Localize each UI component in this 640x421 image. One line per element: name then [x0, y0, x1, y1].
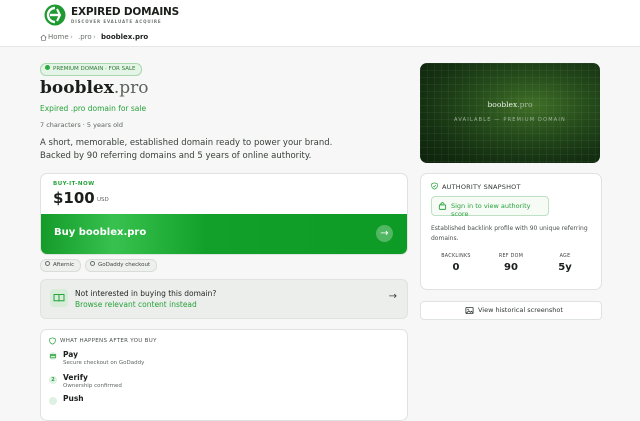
step-icon: [49, 397, 57, 405]
stat-label: AGE: [559, 254, 571, 259]
brand-name[interactable]: EXPIRED DOMAINS: [71, 6, 179, 18]
step-number: 2: [49, 376, 57, 384]
chip-label: GoDaddy checkout: [98, 262, 151, 268]
buy-button[interactable]: Buy booblex.pro →: [41, 214, 407, 254]
lock-icon: [438, 202, 447, 210]
domain-sld: booblex: [40, 78, 114, 98]
banner-domain: booblex.pro: [420, 100, 600, 109]
currency: USD: [97, 197, 109, 203]
brand-tagline: DISCOVER EVALUATE ACQUIRE: [71, 19, 162, 24]
banner-tagline: AVAILABLE — PREMIUM DOMAIN: [454, 117, 566, 123]
sign-in-authority-button[interactable]: Sign in to view authority score: [431, 196, 549, 218]
step-title: Push: [63, 394, 84, 403]
stat-value: 90: [504, 262, 518, 273]
domain-title: booblex.pro: [40, 78, 149, 98]
history-button-label: View historical screenshot: [478, 306, 563, 314]
arrow-right-icon: →: [376, 225, 393, 242]
step-title: Verify: [63, 373, 88, 382]
breadcrumb: Home › .pro › booblex.pro: [0, 29, 640, 47]
step-subtitle: Secure checkout on GoDaddy: [63, 360, 145, 366]
chip-afternic: Afternic: [40, 259, 82, 272]
step-subtitle: Ownership confirmed: [63, 383, 122, 389]
top-bar: EXPIRED DOMAINS DISCOVER EVALUATE ACQUIR…: [0, 0, 640, 30]
authority-snapshot-card: AUTHORITY SNAPSHOT Sign in to view autho…: [420, 173, 602, 290]
arrow-right-icon[interactable]: →: [389, 291, 397, 302]
shield-check-icon: [431, 182, 438, 190]
banner-domain-sld: booblex: [487, 100, 518, 109]
domain-preview-banner: booblex.pro AVAILABLE — PREMIUM DOMAIN: [420, 63, 600, 163]
breadcrumb-tld[interactable]: .pro: [78, 33, 92, 41]
logo-icon[interactable]: [44, 4, 66, 26]
chip-godaddy: GoDaddy checkout: [85, 259, 158, 272]
buy-now-label: BUY-IT-NOW: [53, 181, 95, 187]
credit-card-icon: [49, 352, 57, 360]
domain-meta: 7 characters · 5 years old: [40, 121, 123, 129]
breadcrumb-home[interactable]: Home: [48, 33, 69, 41]
authority-heading: AUTHORITY SNAPSHOT: [442, 183, 521, 191]
book-icon: [50, 289, 68, 307]
stat-backlinks: BACKLINKS 0: [431, 254, 481, 273]
stat-value: 5y: [558, 262, 572, 273]
status-dot-icon: [45, 65, 50, 70]
view-historical-screenshot-button[interactable]: View historical screenshot: [420, 301, 602, 320]
shield-icon: [49, 337, 56, 345]
price: $100: [53, 189, 95, 207]
stat-age: AGE 5y: [540, 254, 590, 273]
chevron-right-icon: ›: [70, 33, 73, 41]
browse-content-link[interactable]: Browse relevant content instead: [75, 300, 197, 309]
grid-pattern: [420, 63, 600, 163]
buy-button-label: Buy booblex.pro: [54, 227, 147, 238]
interest-question: Not interested in buying this domain?: [75, 289, 217, 298]
stat-label: BACKLINKS: [441, 254, 471, 259]
after-purchase-steps: WHAT HAPPENS AFTER YOU BUY Pay Secure ch…: [40, 329, 408, 421]
banner-domain-tld: .pro: [517, 100, 533, 109]
step-title: Pay: [63, 350, 79, 359]
browse-content-card[interactable]: Not interested in buying this domain? Br…: [40, 279, 408, 319]
domain-subtitle: Expired .pro domain for sale: [40, 104, 147, 113]
domain-description: A short, memorable, established domain r…: [40, 138, 333, 161]
stat-ref-dom: REF DOM 90: [486, 254, 536, 273]
shield-icon: [90, 261, 95, 266]
steps-heading: WHAT HAPPENS AFTER YOU BUY: [60, 338, 157, 344]
buy-card: BUY-IT-NOW $100 USD Buy booblex.pro →: [40, 173, 408, 255]
chip-label: Afternic: [53, 262, 75, 268]
authority-note: Established backlink profile with 90 uni…: [431, 225, 588, 242]
domain-tld: .pro: [113, 78, 149, 98]
sign-in-label: Sign in to view authority score: [451, 202, 531, 218]
badge-label: PREMIUM DOMAIN · FOR SALE: [53, 66, 136, 72]
home-icon: [40, 34, 47, 41]
premium-badge: PREMIUM DOMAIN · FOR SALE: [40, 63, 142, 76]
chevron-right-icon: ›: [93, 33, 96, 41]
stat-value: 0: [452, 262, 460, 273]
check-icon: [45, 261, 50, 266]
breadcrumb-current: booblex.pro: [101, 33, 149, 41]
image-icon: [465, 306, 474, 315]
stat-label: REF DOM: [498, 254, 524, 259]
